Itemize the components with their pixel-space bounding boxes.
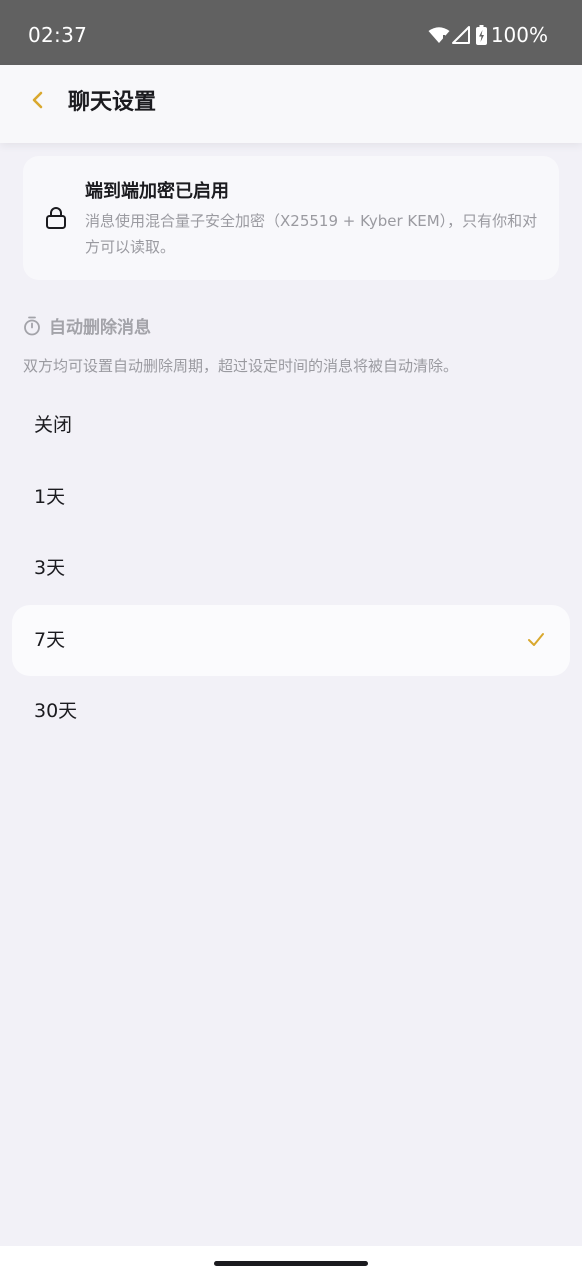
app-bar: 聊天设置 <box>0 65 582 143</box>
option-off[interactable]: 关闭 <box>12 390 570 462</box>
lock-icon <box>45 206 67 234</box>
battery-percentage: 100% <box>490 23 548 47</box>
option-30-days[interactable]: 30天 <box>12 676 570 748</box>
timer-icon <box>23 316 41 340</box>
option-7-days[interactable]: 7天 <box>12 604 570 676</box>
option-label: 7天 <box>34 628 66 651</box>
option-label: 1天 <box>34 485 66 508</box>
encryption-title: 端到端加密已启用 <box>85 181 229 202</box>
auto-delete-title: 自动删除消息 <box>49 318 151 338</box>
option-label: 3天 <box>34 557 66 579</box>
back-button[interactable] <box>22 84 54 120</box>
encryption-card: 端到端加密已启用 消息使用混合量子安全加密（X25519 + Kyber KEM… <box>23 156 559 280</box>
option-3-days[interactable]: 3天 <box>12 533 570 605</box>
encryption-description: 消息使用混合量子安全加密（X25519 + Kyber KEM），只有你和对方可… <box>85 212 538 256</box>
auto-delete-options: 关闭 1天 3天 7天 30天 <box>12 390 570 748</box>
check-icon <box>526 629 546 655</box>
signal-icon <box>451 26 470 44</box>
wifi-icon <box>428 26 450 44</box>
page-title: 聊天设置 <box>68 90 157 115</box>
battery-icon <box>475 25 487 45</box>
chevron-left-icon <box>30 89 46 115</box>
option-1-day[interactable]: 1天 <box>12 462 570 534</box>
auto-delete-header: 自动删除消息 <box>23 314 151 342</box>
auto-delete-description: 双方均可设置自动删除周期，超过设定时间的消息将被自动清除。 <box>23 357 459 375</box>
status-icons: 100% <box>428 21 548 49</box>
option-label: 关闭 <box>34 414 73 436</box>
navigation-bar <box>0 1246 582 1280</box>
home-indicator[interactable] <box>214 1261 368 1266</box>
status-time: 02:37 <box>28 23 88 47</box>
option-label: 30天 <box>34 700 78 722</box>
status-bar: 02:37 100% <box>0 0 582 65</box>
